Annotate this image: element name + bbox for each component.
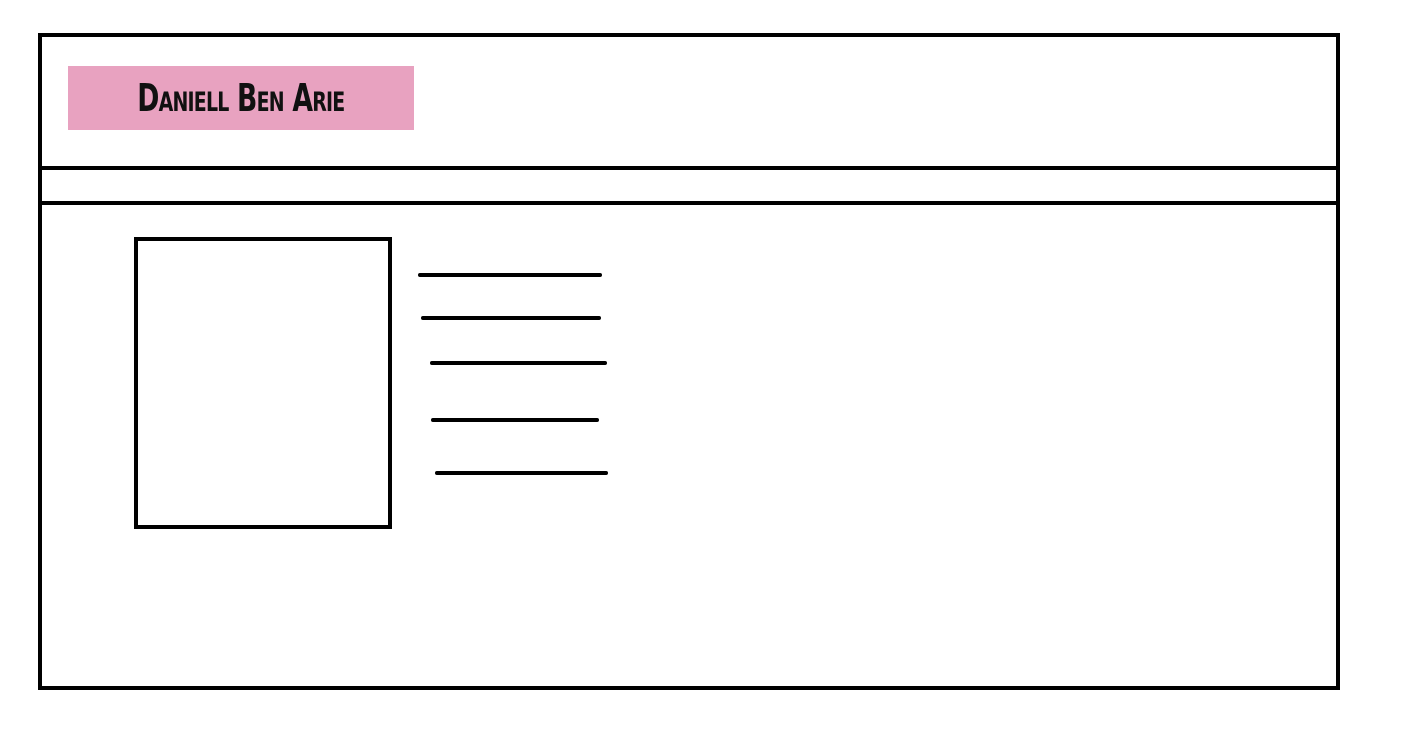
navigation-bar[interactable] <box>42 170 1336 201</box>
text-line-placeholder-5 <box>435 471 608 475</box>
site-header: Daniell Ben Arie <box>42 37 1336 167</box>
text-line-placeholder-4 <box>431 418 599 422</box>
text-line-placeholder-2 <box>421 316 601 320</box>
logo-text: Daniell Ben Arie <box>137 76 345 120</box>
image-placeholder <box>134 237 392 529</box>
logo-badge[interactable]: Daniell Ben Arie <box>68 66 414 130</box>
text-line-placeholder-1 <box>418 273 602 277</box>
main-content <box>42 205 1336 686</box>
page-frame: Daniell Ben Arie <box>38 33 1340 690</box>
text-line-placeholder-3 <box>430 361 607 365</box>
